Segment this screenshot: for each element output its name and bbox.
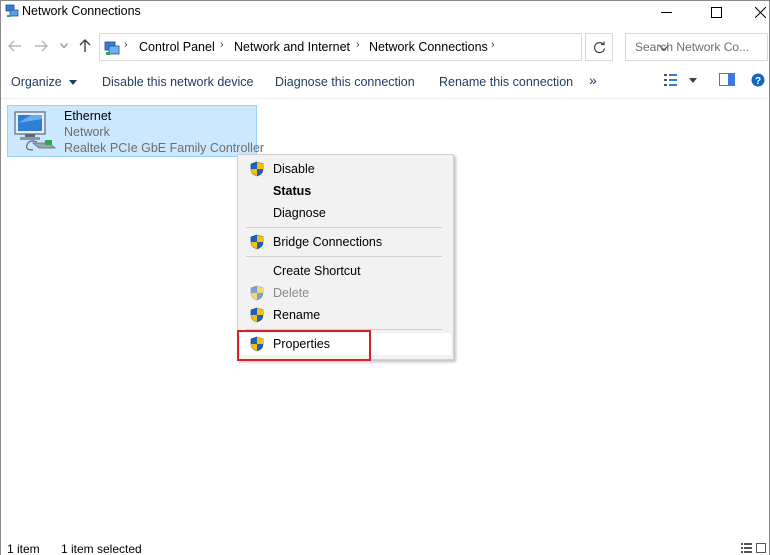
preview-pane-icon (719, 73, 735, 86)
shield-icon (250, 234, 264, 250)
shield-icon (250, 307, 264, 323)
back-button[interactable] (5, 37, 25, 55)
shield-icon (250, 161, 264, 177)
menu-label-disable: Disable (273, 162, 315, 176)
menu-separator (246, 256, 442, 257)
breadcrumb-separator-icon: › (356, 39, 360, 51)
selection-count: 1 item selected (61, 542, 142, 555)
network-connections-window: Network Connections › Control Panel › Ne… (0, 0, 770, 555)
diagnose-connection-button[interactable]: Diagnose this connection (275, 75, 415, 89)
network-connections-icon (5, 4, 19, 17)
help-button[interactable]: ? (751, 73, 765, 87)
status-bar: 1 item 1 item selected (1, 540, 769, 555)
refresh-button[interactable] (585, 33, 613, 61)
change-view-button[interactable] (663, 73, 697, 87)
forward-arrow-icon (35, 40, 48, 52)
address-row: › Control Panel › Network and Internet ›… (1, 31, 769, 61)
menu-label-status: Status (273, 184, 312, 198)
search-placeholder: Search Network Co... (635, 40, 750, 54)
item-count: 1 item (7, 542, 40, 555)
menu-item-delete[interactable]: Delete (240, 282, 451, 304)
large-icons-view-icon[interactable] (756, 543, 766, 553)
menu-item-create-shortcut[interactable]: Create Shortcut (240, 260, 451, 282)
command-bar: Organize Disable this network device Dia… (1, 67, 769, 99)
connection-network: Network (64, 125, 110, 139)
properties-highlight-box (237, 330, 371, 361)
menu-label-bridge-connections: Bridge Connections (273, 235, 383, 249)
back-arrow-icon (8, 40, 21, 52)
menu-label-diagnose: Diagnose (273, 206, 326, 220)
menu-item-bridge-connections[interactable]: Bridge Connections (240, 231, 451, 253)
menu-item-rename[interactable]: Rename (240, 304, 451, 326)
up-arrow-icon (79, 39, 91, 52)
address-bar[interactable]: › Control Panel › Network and Internet ›… (99, 33, 669, 61)
ethernet-connection-item[interactable]: Ethernet Network Realtek PCIe GbE Family… (7, 105, 264, 157)
breadcrumb-network-connections[interactable]: Network Connections (369, 40, 488, 54)
close-icon (754, 6, 766, 18)
breadcrumb-separator-icon: › (124, 39, 128, 51)
details-view-icon[interactable] (741, 543, 752, 553)
title-bar: Network Connections (1, 1, 769, 23)
more-commands-button[interactable]: » (589, 72, 597, 88)
organize-button[interactable]: Organize (11, 75, 78, 89)
search-input[interactable]: Search Network Co... (625, 33, 768, 61)
disable-device-button[interactable]: Disable this network device (102, 75, 253, 89)
refresh-icon (593, 41, 605, 53)
view-options-icon (664, 74, 677, 86)
up-button[interactable] (75, 37, 95, 55)
help-icon: ? (751, 73, 765, 87)
minimize-icon (660, 11, 672, 13)
chevron-down-icon (689, 77, 697, 83)
rename-connection-button[interactable]: Rename this connection (439, 75, 573, 89)
breadcrumb-separator-icon: › (220, 39, 224, 51)
control-panel-icon (104, 41, 120, 55)
organize-label: Organize (11, 75, 62, 89)
breadcrumb-control-panel[interactable]: Control Panel (139, 40, 215, 54)
maximize-icon (710, 6, 722, 18)
ethernet-adapter-icon (14, 111, 57, 151)
breadcrumb-separator-icon: › (491, 39, 495, 51)
menu-separator (246, 227, 442, 228)
menu-item-status[interactable]: Status (240, 180, 451, 202)
menu-item-diagnose[interactable]: Diagnose (240, 202, 451, 224)
menu-label-rename: Rename (273, 308, 321, 322)
chevron-down-icon (69, 80, 78, 86)
recent-locations-button[interactable] (57, 37, 71, 55)
connection-adapter: Realtek PCIe GbE Family Controller (64, 141, 265, 155)
menu-item-disable[interactable]: Disable (240, 158, 451, 180)
window-title: Network Connections (22, 4, 141, 18)
forward-button[interactable] (31, 37, 51, 55)
chevron-down-icon (60, 43, 68, 49)
preview-pane-button[interactable] (719, 73, 735, 86)
maximize-button[interactable] (693, 1, 739, 23)
connection-name: Ethernet (64, 109, 112, 123)
minimize-button[interactable] (643, 1, 689, 23)
close-button[interactable] (737, 1, 770, 23)
svg-text:?: ? (755, 76, 761, 87)
menu-label-delete: Delete (273, 286, 310, 300)
shield-icon (250, 285, 264, 301)
breadcrumb-network-and-internet[interactable]: Network and Internet (234, 40, 350, 54)
menu-label-create-shortcut: Create Shortcut (273, 264, 361, 278)
